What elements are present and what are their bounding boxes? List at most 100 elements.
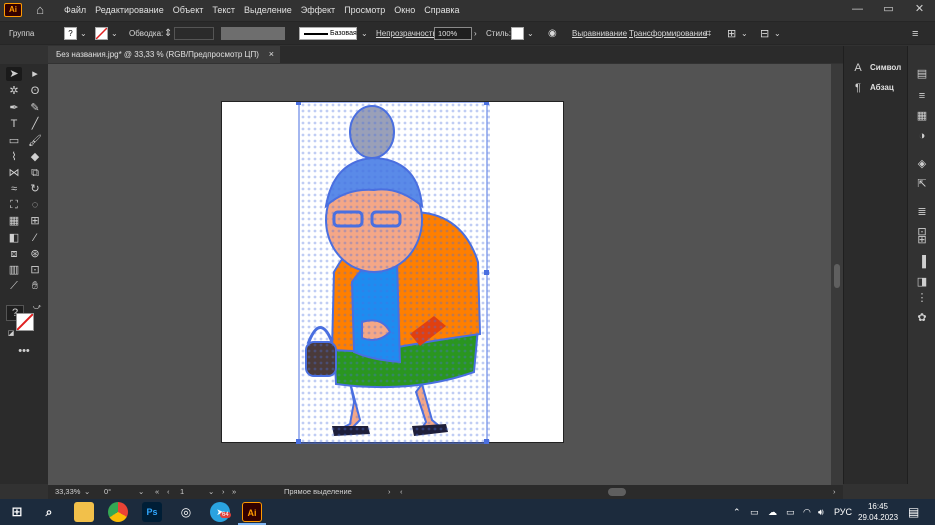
artboard-number[interactable]: 1	[180, 485, 184, 499]
paintbrush-icon[interactable]: 🖌︎	[27, 134, 43, 148]
gradient-tool-icon[interactable]: ◧	[6, 231, 22, 245]
language-indicator[interactable]: РУС	[834, 499, 852, 525]
curvature-tool-icon[interactable]: ✎	[27, 101, 43, 115]
more-tools-icon[interactable]: •••	[16, 344, 32, 358]
opacity-input[interactable]: 100%	[434, 27, 472, 40]
wifi-icon[interactable]: ◠	[803, 499, 811, 525]
pen-tool-icon[interactable]: ✒	[6, 101, 22, 115]
file-explorer-icon[interactable]	[74, 502, 94, 522]
illustrator-taskbar-icon[interactable]: Ai	[242, 502, 262, 522]
chevron-right-icon[interactable]: ›	[388, 485, 391, 499]
swap-colors-icon[interactable]: ⤻	[29, 300, 45, 314]
tray-chevron-up-icon[interactable]: ⌃	[733, 499, 741, 525]
stroke-panel-icon[interactable]: ⋮	[916, 292, 928, 304]
horizontal-scroll-thumb[interactable]	[608, 488, 626, 496]
first-artboard-icon[interactable]: «	[155, 485, 159, 499]
artboard-tool-icon[interactable]: ⊡	[27, 263, 43, 277]
menu-view[interactable]: Просмотр	[344, 5, 385, 15]
export-icon[interactable]: ⇱	[916, 178, 928, 190]
chevron-down-icon[interactable]: ⌄	[527, 22, 534, 46]
traced-illustration[interactable]	[222, 102, 565, 444]
minimize-icon[interactable]: —	[842, 0, 873, 19]
home-icon[interactable]: ⌂	[32, 2, 48, 17]
layers-icon[interactable]: ◈	[916, 158, 928, 170]
chrome-icon[interactable]	[108, 502, 128, 522]
fill-swatch[interactable]: ?	[64, 27, 77, 40]
clock[interactable]: 16:45 29.04.2023	[858, 501, 898, 523]
blend-tool-icon[interactable]: ⧈	[6, 247, 22, 261]
stroke-swatch[interactable]	[95, 27, 108, 40]
recolor-icon[interactable]: ◉	[548, 22, 557, 46]
adjustments-icon[interactable]: ≣	[916, 206, 928, 218]
panel-paragraph[interactable]: Абзац	[870, 80, 894, 96]
distribute-icon[interactable]: ⊟	[760, 22, 769, 46]
display-icon[interactable]: ▭	[786, 499, 795, 525]
menu-file[interactable]: Файл	[64, 5, 86, 15]
prev-artboard-icon[interactable]: ‹	[167, 485, 170, 499]
rotate-tool-icon[interactable]: ↻	[27, 182, 43, 196]
menu-list-icon[interactable]: ≡	[916, 90, 928, 102]
cloud-icon[interactable]: ☁	[768, 499, 777, 525]
align-objects-icon[interactable]: ⊞	[727, 22, 736, 46]
graph-tool-icon[interactable]: ▥	[6, 263, 22, 277]
scroll-thumb[interactable]	[834, 264, 840, 288]
search-icon[interactable]: ⌕	[39, 502, 59, 522]
chevron-down-icon[interactable]: ⌄	[361, 22, 368, 46]
last-artboard-icon[interactable]: »	[232, 485, 236, 499]
direct-selection-tool-icon[interactable]: ▸	[27, 67, 43, 81]
eraser-icon[interactable]: ◆	[27, 150, 43, 164]
pathfinder-icon[interactable]: ◨	[916, 276, 928, 288]
properties-icon[interactable]: ▤	[916, 68, 928, 80]
chevron-down-icon[interactable]: ⌄	[138, 485, 144, 499]
windows-start-icon[interactable]: ⊞	[7, 502, 27, 522]
symbols-icon[interactable]: ✿	[916, 312, 928, 324]
lasso-icon[interactable]: ʘ	[27, 84, 43, 98]
document-tab[interactable]: Без названия.jpg* @ 33,33 % (RGB/Предпро…	[48, 46, 280, 63]
chevron-down-icon[interactable]: ⌄	[208, 485, 214, 499]
brush-definition[interactable]: Базовая	[299, 27, 357, 40]
grid-icon[interactable]: ⊞	[916, 234, 928, 246]
stepper-icon[interactable]: ⇕	[164, 22, 172, 46]
chevron-down-icon[interactable]: ⌄	[741, 22, 748, 46]
slice-tool-icon[interactable]: ⟋	[6, 279, 22, 293]
network-icon[interactable]: ▭	[750, 499, 759, 525]
notifications-icon[interactable]: ▤	[908, 499, 919, 525]
magic-wand-icon[interactable]: ✲	[6, 84, 22, 98]
menu-help[interactable]: Справка	[424, 5, 459, 15]
steam-icon[interactable]: ◎	[176, 502, 196, 522]
variable-width-profile[interactable]	[221, 27, 285, 40]
chevron-down-icon[interactable]: ⌄	[774, 22, 781, 46]
swatches-icon[interactable]: ▦	[916, 110, 928, 122]
chevron-right-icon[interactable]: ›	[833, 485, 836, 499]
appearance-icon[interactable]: ◑	[916, 130, 928, 142]
line-tool-icon[interactable]: ╱	[27, 117, 43, 131]
zoom-level[interactable]: 33,33%	[55, 485, 80, 499]
chevron-left-icon[interactable]: ‹	[400, 485, 403, 499]
reflect-tool-icon[interactable]: ⋈	[6, 166, 22, 180]
selection-tool-icon[interactable]: ➤	[6, 67, 22, 81]
type-tool-icon[interactable]: T	[6, 117, 22, 131]
align-panel-icon[interactable]: ▐	[916, 256, 928, 268]
chevron-right-icon[interactable]: ›	[474, 22, 477, 46]
artboard[interactable]	[221, 101, 565, 444]
stroke-weight-input[interactable]	[174, 27, 214, 40]
close-icon[interactable]: ✕	[904, 0, 935, 19]
volume-icon[interactable]: 🔊︎	[818, 499, 824, 525]
default-colors-icon[interactable]: ◪	[3, 327, 19, 341]
isolate-icon[interactable]: ⌗	[705, 22, 711, 46]
paragraph-icon[interactable]: ¶	[852, 82, 864, 94]
character-icon[interactable]: A	[852, 62, 864, 74]
mesh-tool-icon[interactable]: ⊞	[27, 214, 43, 228]
opacity-label[interactable]: Непрозрачность:	[376, 22, 439, 46]
menu-edit[interactable]: Редактирование	[95, 5, 164, 15]
shape-builder-icon[interactable]: ◌	[27, 198, 43, 212]
shaper-tool-icon[interactable]: ⌇	[6, 150, 22, 164]
free-transform-icon[interactable]: ⛶	[6, 198, 22, 212]
menu-text[interactable]: Текст	[212, 5, 235, 15]
menu-select[interactable]: Выделение	[244, 5, 292, 15]
tab-close-icon[interactable]: ×	[269, 46, 274, 63]
photoshop-icon[interactable]: Ps	[142, 502, 162, 522]
menu-list-icon[interactable]: ≡	[912, 22, 918, 46]
eyedropper-icon[interactable]: ⁄	[27, 231, 43, 245]
width-tool-icon[interactable]: ≈	[6, 182, 22, 196]
